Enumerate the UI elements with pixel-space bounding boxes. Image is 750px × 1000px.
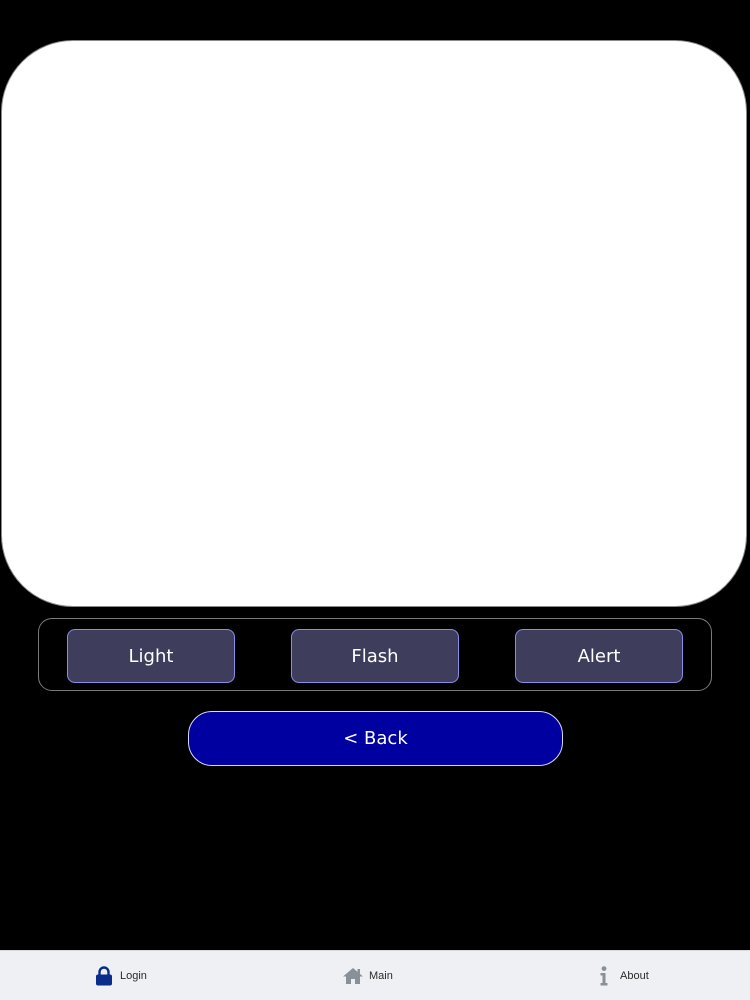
tab-main[interactable]: Main (341, 951, 393, 1000)
home-icon (341, 964, 365, 988)
tab-login-label: Login (120, 970, 147, 982)
mode-button-group: Light Flash Alert (38, 618, 712, 691)
screen: Light Flash Alert < Back Login Main Abou… (0, 0, 750, 1000)
tab-login[interactable]: Login (92, 951, 147, 1000)
alert-button[interactable]: Alert (515, 629, 683, 683)
flash-button[interactable]: Flash (291, 629, 459, 683)
tab-about-label: About (620, 970, 649, 982)
tab-about[interactable]: About (592, 951, 649, 1000)
back-button[interactable]: < Back (188, 711, 563, 766)
display-panel (1, 40, 747, 607)
info-icon (592, 964, 616, 988)
tab-main-label: Main (369, 970, 393, 982)
tab-bar: Login Main About (0, 950, 750, 1000)
lock-icon (92, 964, 116, 988)
light-button[interactable]: Light (67, 629, 235, 683)
